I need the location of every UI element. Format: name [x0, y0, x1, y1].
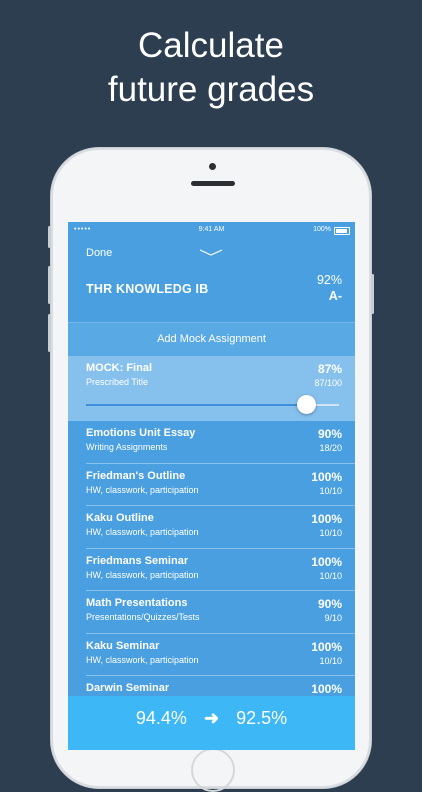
- home-button: [191, 748, 235, 792]
- assignment-score: 10/10: [319, 655, 342, 666]
- battery-icon: [334, 227, 350, 235]
- assignment-score: 18/20: [319, 443, 342, 453]
- assignment-title: Kaku Outline: [86, 512, 154, 524]
- assignment-row[interactable]: Friedmans Seminar HW, classwork, particip…: [86, 549, 355, 591]
- assignment-category: Writing Assignments: [86, 442, 168, 452]
- done-button[interactable]: Done: [86, 247, 112, 259]
- course-name: THR KNOWLEDG IB: [86, 282, 209, 296]
- assignment-row[interactable]: Kaku Seminar HW, classwork, participation…: [86, 634, 355, 676]
- assignment-percent: 100%: [311, 639, 342, 654]
- assignment-title: Kaku Seminar: [86, 639, 160, 652]
- assignment-score: 9/10: [324, 613, 342, 623]
- assignment-title: Emotions Unit Essay: [86, 427, 196, 439]
- chevron-down-icon[interactable]: [199, 248, 223, 258]
- headline: Calculate future grades: [0, 24, 422, 112]
- assignment-percent: 90%: [317, 597, 342, 611]
- assignment-category: HW, classwork, participation: [86, 569, 199, 580]
- assignment-category: HW, classwork, participation: [86, 527, 199, 537]
- front-camera: [209, 163, 216, 170]
- assignment-percent: 100%: [311, 682, 342, 696]
- slider-thumb[interactable]: [296, 395, 316, 414]
- mock-score: 87/100: [314, 378, 342, 388]
- assignment-score: 10/10: [319, 485, 342, 496]
- app-screen: ••••• 9:41 AM 100% Done THR KNOWLEDG IB …: [68, 222, 355, 750]
- projected-grade: 92.5%: [236, 708, 288, 728]
- assignment-title: Darwin Seminar: [86, 682, 170, 694]
- mock-category: Prescribed Title: [86, 377, 149, 387]
- assignment-percent: 100%: [311, 469, 342, 484]
- assignment-percent: 100%: [311, 554, 342, 569]
- assignment-percent: 100%: [311, 512, 342, 526]
- assignment-category: HW, classwork, participation: [86, 654, 199, 665]
- assignment-row[interactable]: Math Presentations Presentations/Quizzes/…: [86, 591, 355, 634]
- assignment-row[interactable]: Emotions Unit Essay Writing Assignments 90…: [86, 421, 355, 464]
- assignment-list: Emotions Unit Essay Writing Assignments 90…: [68, 421, 355, 719]
- assignment-category: HW, classwork, participation: [86, 484, 199, 495]
- assignment-row[interactable]: Kaku Outline HW, classwork, participation…: [86, 506, 355, 549]
- arrow-right-icon: ➜: [203, 708, 220, 728]
- grade-projection-bar: 94.4% ➜ 92.5%: [68, 696, 355, 750]
- battery-percent: 100%: [313, 226, 331, 233]
- assignment-score: 10/10: [319, 528, 342, 538]
- headline-line-1: Calculate: [138, 26, 284, 65]
- assignment-category: Presentations/Quizzes/Tests: [86, 612, 200, 622]
- assignment-percent: 90%: [317, 427, 342, 441]
- assignment-title: Friedmans Seminar: [86, 554, 189, 567]
- mock-assignment-row[interactable]: MOCK: Final Prescribed Title 87% 87/100: [68, 356, 355, 421]
- power-button: [371, 274, 374, 314]
- assignment-title: Friedman's Outline: [86, 469, 186, 482]
- mock-percent: 87%: [317, 362, 342, 376]
- slider-fill: [86, 404, 307, 406]
- mock-title: MOCK: Final: [86, 362, 152, 374]
- add-mock-assignment-button[interactable]: Add Mock Assignment: [68, 322, 355, 356]
- course-header: THR KNOWLEDG IB 92% A-: [68, 268, 355, 322]
- volume-down-button: [48, 314, 51, 352]
- earpiece-speaker: [191, 181, 235, 186]
- assignment-title: Math Presentations: [86, 597, 188, 609]
- mute-switch: [48, 226, 51, 248]
- headline-line-2: future grades: [107, 70, 315, 109]
- assignment-row[interactable]: Friedman's Outline HW, classwork, partici…: [86, 464, 355, 506]
- assignment-score: 10/10: [319, 570, 342, 581]
- current-grade: 94.4%: [135, 708, 187, 728]
- course-letter-grade: A-: [328, 289, 342, 303]
- top-bar: Done: [68, 238, 355, 268]
- volume-up-button: [48, 266, 51, 304]
- status-bar: ••••• 9:41 AM 100%: [68, 222, 355, 238]
- course-percent: 92%: [316, 273, 342, 287]
- status-time: 9:41 AM: [198, 226, 225, 233]
